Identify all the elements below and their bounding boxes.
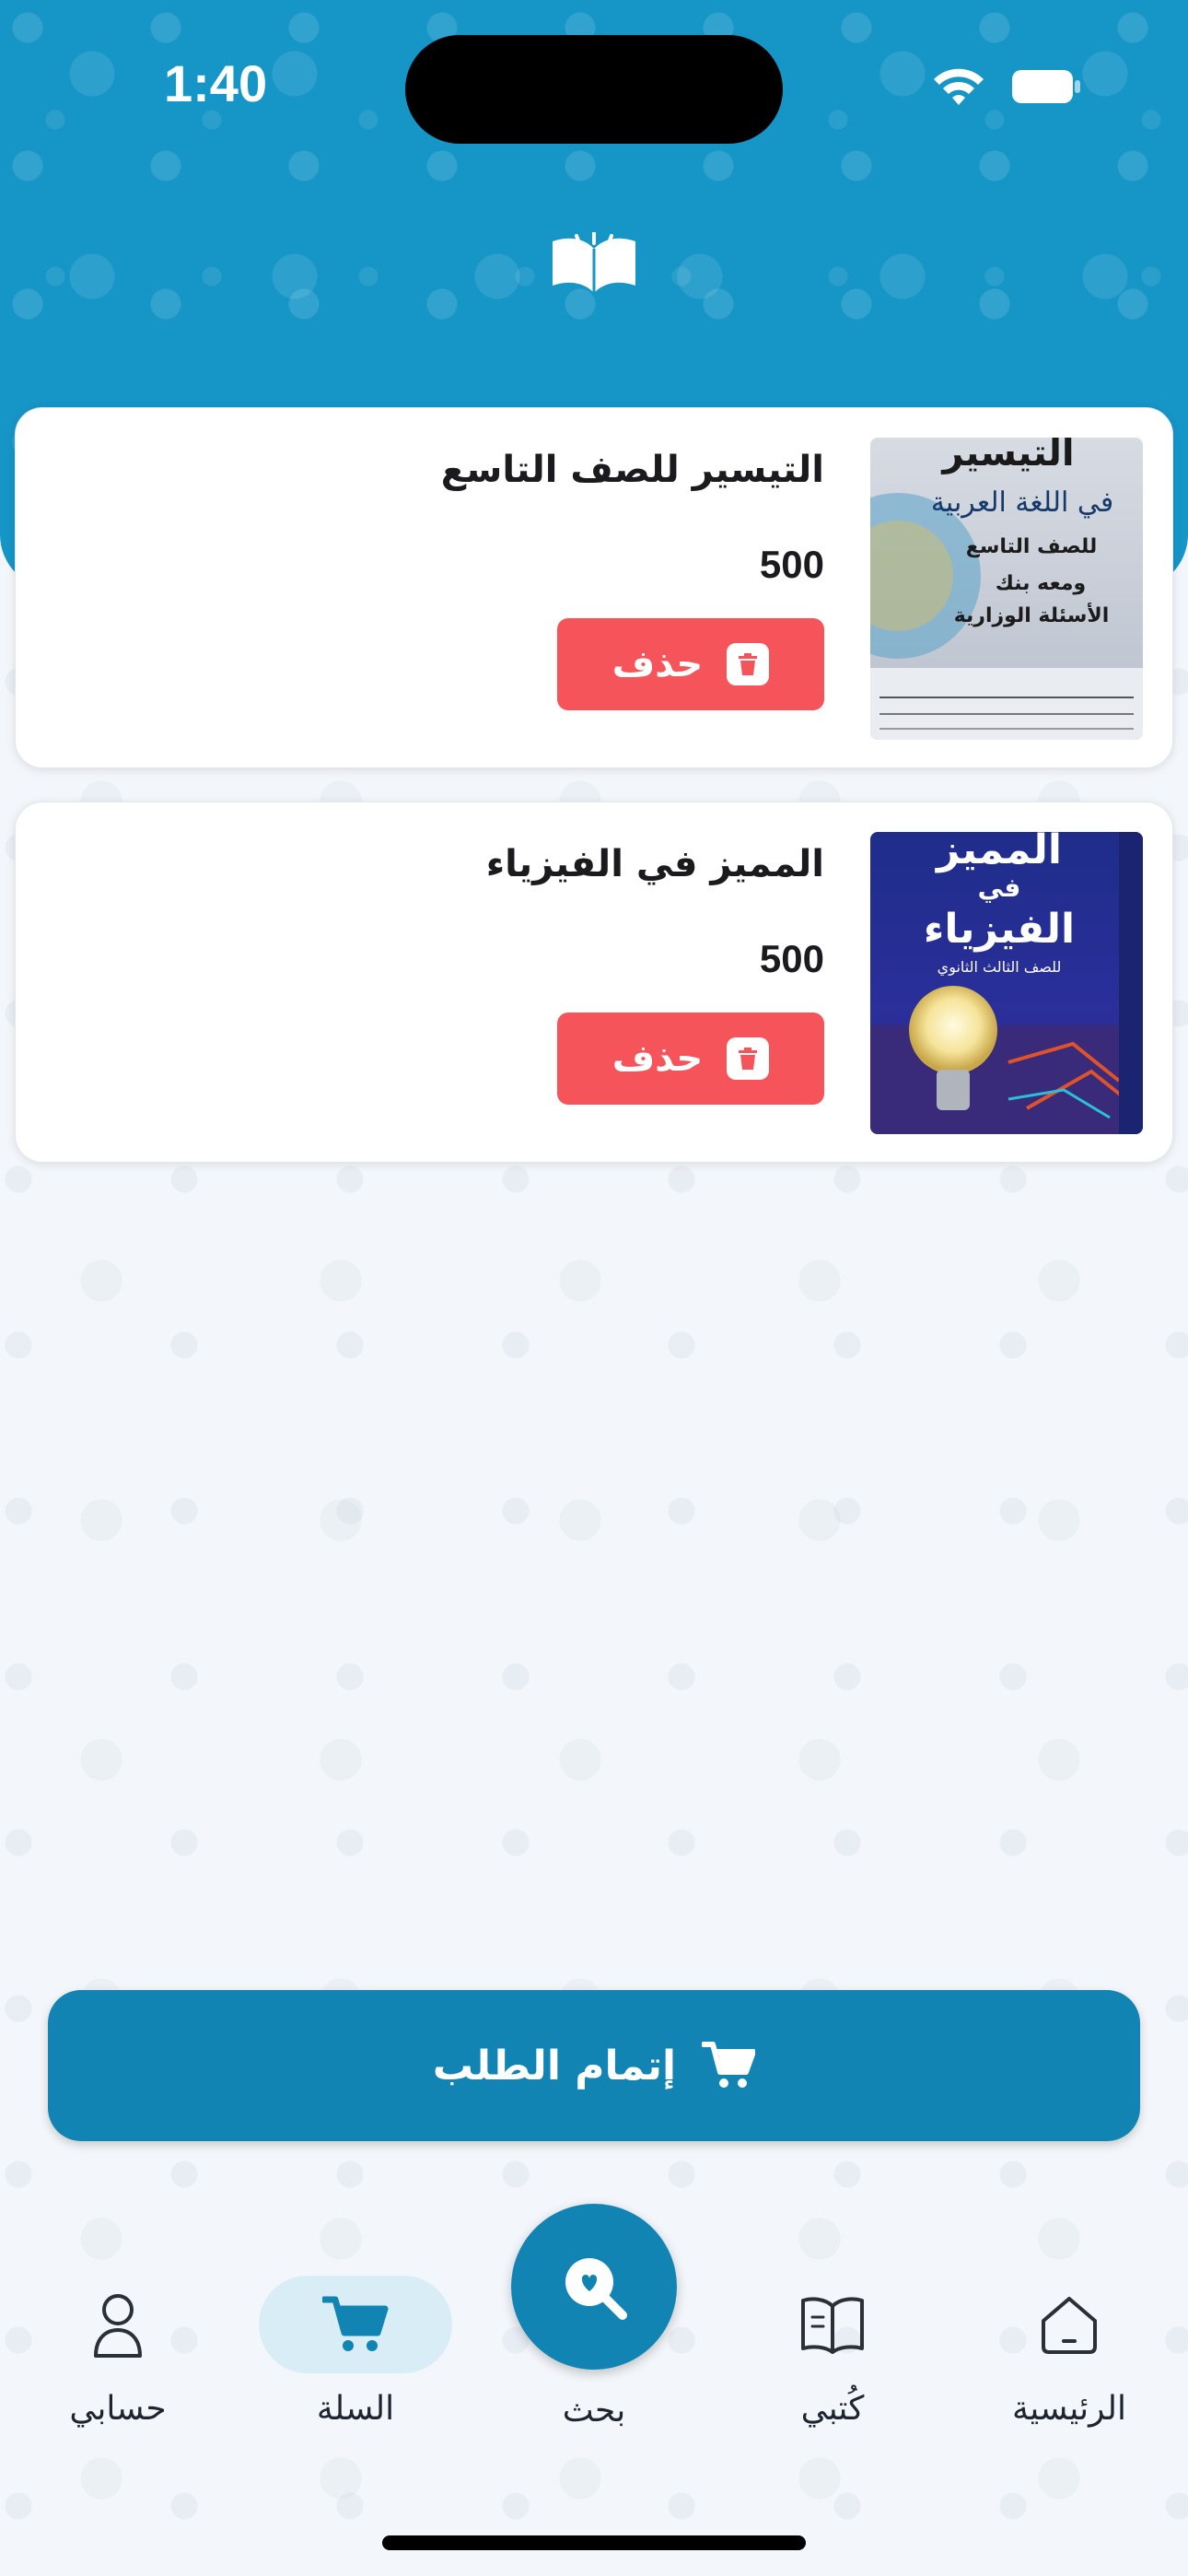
- cover-subject: الفيزياء: [924, 906, 1075, 953]
- cover-subtitle: في اللغة العربية: [931, 486, 1113, 519]
- home-indicator: [382, 2535, 806, 2550]
- item-title: التيسير للصف التاسع: [440, 449, 824, 491]
- item-price: 500: [759, 937, 824, 980]
- cover-title: التيسير: [940, 438, 1074, 474]
- book-cover-image[interactable]: التيسير في اللغة العربية للصف التاسع ومع…: [870, 438, 1143, 740]
- cart-icon: [322, 2296, 389, 2351]
- book-cover-image[interactable]: المميز في الفيزياء للصف الثالث الثانوي: [870, 832, 1143, 1134]
- nav-item-home[interactable]: الرئيسية: [968, 2230, 1171, 2469]
- open-book-logo-icon: [553, 232, 635, 293]
- cart-icon: [702, 2042, 756, 2088]
- user-icon: [94, 2294, 142, 2358]
- nav-item-cart[interactable]: السلة: [254, 2230, 457, 2469]
- battery-icon: [1012, 70, 1080, 103]
- cover-title: المميز: [935, 832, 1062, 873]
- cover-note2: الأسئلة الوزارية: [954, 602, 1110, 627]
- cover-note: ومعه بنك: [996, 572, 1086, 595]
- nav-icon-wrap: [21, 2276, 215, 2373]
- nav-item-account[interactable]: حسابي: [17, 2230, 219, 2469]
- cart-item: التيسير في اللغة العربية للصف التاسع ومع…: [15, 407, 1173, 768]
- item-title: المميز في الفيزياء: [485, 843, 824, 885]
- wifi-icon: [934, 68, 984, 105]
- search-button[interactable]: [511, 2204, 677, 2370]
- delete-button[interactable]: حذف: [557, 1013, 824, 1105]
- nav-label-search: بحث: [562, 2392, 626, 2430]
- nav-label-cart: السلة: [316, 2390, 395, 2428]
- nav-label-my-books: كُتبي: [800, 2390, 865, 2428]
- checkout-label: إتمام الطلب: [432, 2042, 677, 2090]
- nav-item-my-books[interactable]: كُتبي: [731, 2230, 934, 2469]
- nav-label-account: حسابي: [69, 2390, 167, 2428]
- trash-icon: [727, 643, 770, 685]
- nav-label-home: الرئيسية: [1012, 2390, 1126, 2428]
- delete-label: حذف: [611, 1037, 704, 1080]
- home-icon: [1042, 2297, 1097, 2354]
- cart-item: المميز في الفيزياء للصف الثالث الثانوي ا…: [15, 802, 1173, 1163]
- nav-icon-wrap-active: [259, 2276, 452, 2373]
- status-time: 1:40: [164, 54, 268, 112]
- search-icon: [565, 2258, 627, 2320]
- dynamic-island: [405, 35, 783, 144]
- delete-button[interactable]: حذف: [557, 618, 824, 710]
- nav-icon-wrap: [973, 2276, 1166, 2373]
- cover-subtitle: في: [978, 872, 1021, 903]
- cover-grade: للصف التاسع: [966, 535, 1097, 558]
- nav-icon-wrap: [736, 2276, 929, 2373]
- cover-grade: للصف الثالث الثانوي: [938, 958, 1062, 977]
- checkout-button[interactable]: إتمام الطلب: [48, 1990, 1140, 2141]
- book-icon: [801, 2297, 864, 2354]
- delete-label: حذف: [611, 643, 704, 685]
- trash-icon: [727, 1037, 770, 1080]
- item-price: 500: [759, 543, 824, 586]
